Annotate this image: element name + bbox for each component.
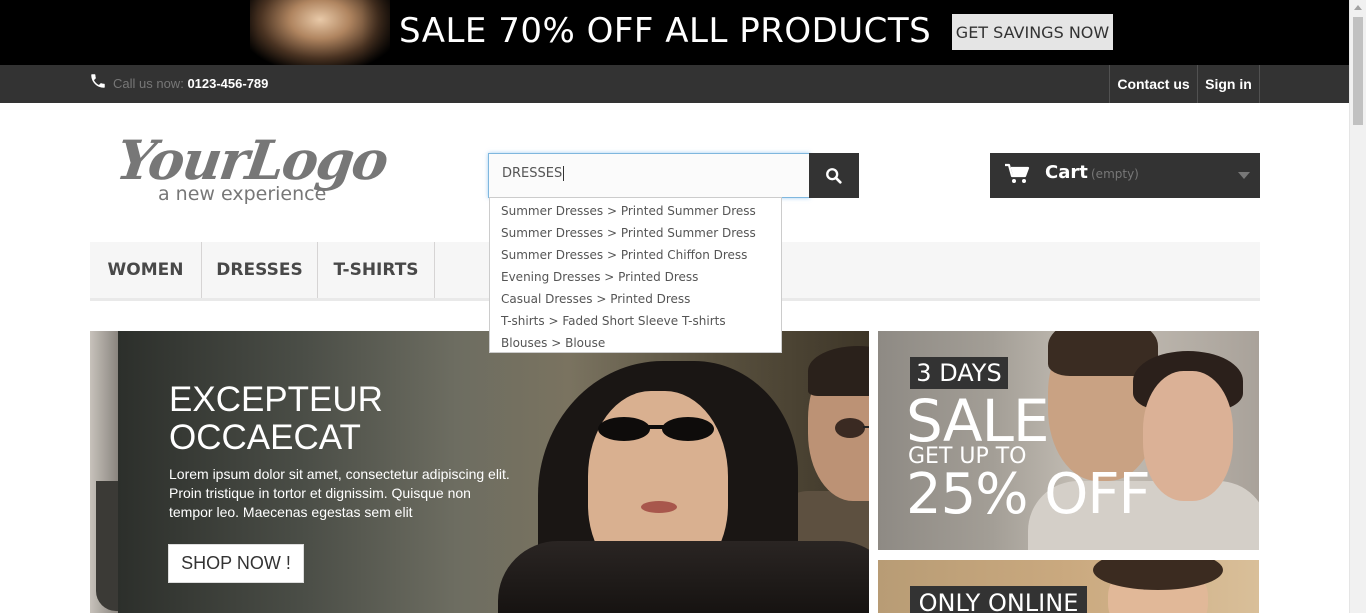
promo-online-badge: ONLY ONLINE [910, 586, 1087, 613]
promo-online-banner[interactable]: ONLY ONLINE [878, 560, 1259, 613]
search-icon [826, 167, 842, 184]
contact-us-link[interactable]: Contact us [1109, 65, 1197, 103]
menu-item-dresses[interactable]: DRESSES [202, 242, 318, 298]
search-suggestion-item[interactable]: Summer Dresses > Printed Summer Dress [490, 222, 781, 244]
search-input[interactable]: DRESSES [502, 166, 564, 181]
scroll-up-icon[interactable] [1354, 5, 1362, 10]
cart-icon [1005, 163, 1030, 183]
page: SALE 70% OFF ALL PRODUCTS GET SAVINGS NO… [0, 0, 1366, 613]
chevron-down-icon [1238, 172, 1250, 179]
slide-title: EXCEPTEUR OCCAECAT [169, 380, 383, 457]
search-suggestion-item[interactable]: Casual Dresses > Printed Dress [490, 288, 781, 310]
promo-sale-banner[interactable]: 3 DAYS SALE GET UP TO 25% OFF [878, 331, 1259, 550]
search-suggestions-dropdown: Summer Dresses > Printed Summer Dress Su… [489, 197, 782, 353]
store-logo[interactable]: YourLogo a new experience [113, 128, 402, 208]
shop-now-button[interactable]: SHOP NOW ! [168, 544, 304, 583]
phone-number: 0123-456-789 [187, 76, 269, 91]
promo-banner[interactable]: SALE 70% OFF ALL PRODUCTS GET SAVINGS NO… [0, 0, 1349, 65]
slide-description: Lorem ipsum dolor sit amet, consectetur … [169, 466, 510, 520]
vertical-scrollbar[interactable] [1349, 0, 1366, 613]
get-savings-button[interactable]: GET SAVINGS NOW [952, 14, 1113, 50]
cart-block[interactable]: Cart (empty) [990, 153, 1260, 198]
search-button[interactable] [809, 153, 859, 198]
call-us-text: Call us now: 0123-456-789 [113, 76, 269, 91]
cart-label: Cart [1045, 162, 1088, 183]
home-slider[interactable]: EXCEPTEUR OCCAECAT Lorem ipsum dolor sit… [90, 331, 869, 613]
menu-item-tshirts[interactable]: T-SHIRTS [318, 242, 435, 298]
top-nav-bar: Call us now: 0123-456-789 Contact us Sig… [0, 65, 1349, 103]
search-suggestion-item[interactable]: Blouses > Blouse [490, 332, 781, 354]
promo-days-badge: 3 DAYS [910, 357, 1008, 389]
sign-in-link[interactable]: Sign in [1197, 65, 1260, 103]
search-suggestion-item[interactable]: Evening Dresses > Printed Dress [490, 266, 781, 288]
logo-tagline: a new experience [158, 183, 327, 205]
promo-discount-text: 25% OFF [906, 462, 1151, 527]
search-suggestion-item[interactable]: Summer Dresses > Printed Chiffon Dress [490, 244, 781, 266]
cart-status: (empty) [1091, 167, 1139, 181]
search-suggestion-item[interactable]: T-shirts > Faded Short Sleeve T-shirts [490, 310, 781, 332]
search-field[interactable]: DRESSES [488, 153, 810, 198]
banner-headline: SALE 70% OFF ALL PRODUCTS [399, 11, 932, 51]
scrollbar-thumb[interactable] [1353, 17, 1363, 125]
search-suggestion-item[interactable]: Summer Dresses > Printed Summer Dress [490, 200, 781, 222]
phone-icon [91, 74, 105, 88]
menu-item-women[interactable]: WOMEN [90, 242, 202, 298]
